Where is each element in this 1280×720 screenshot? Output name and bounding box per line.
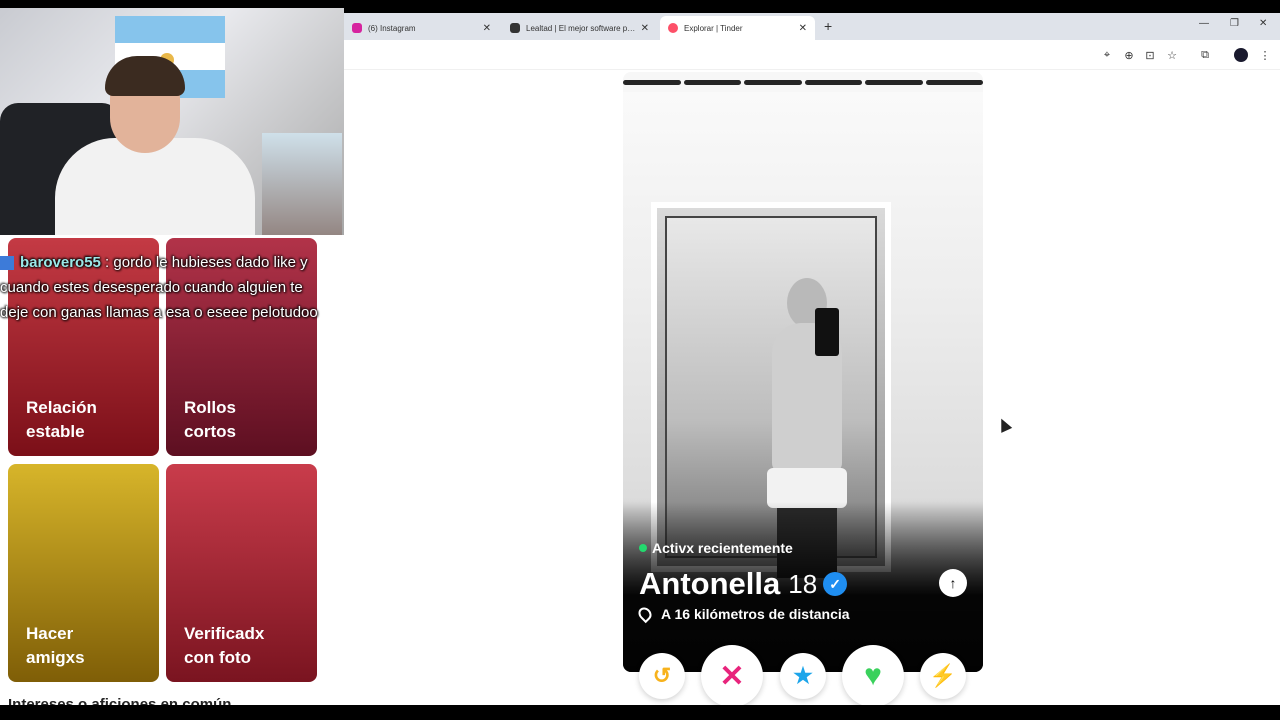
profile-card[interactable]: Activx recientemente Antonella 18 ✓ ↑ A … [623,72,983,672]
location-pin-icon[interactable]: ⌖ [1100,48,1114,62]
phone [815,308,839,356]
status-text: Activx recientemente [652,540,793,556]
new-tab-button[interactable]: + [824,18,832,34]
location-pin-icon [635,604,655,624]
activity-status: Activx recientemente [639,540,793,556]
rewind-icon: ↺ [652,663,672,688]
open-profile-button[interactable]: ↑ [939,569,967,597]
minimize-button[interactable]: — [1199,18,1209,29]
chat-badge-icon [0,256,14,271]
mouse-cursor-icon [995,416,1013,433]
install-icon[interactable]: ⊡ [1143,48,1157,62]
profile-name: Antonella [639,566,781,601]
nope-button[interactable]: ✕ [701,645,763,707]
chat-username: barovero55 [20,254,101,271]
interest-label: Rollos cortos [184,398,236,441]
streamer-body [55,138,255,235]
nope-icon: ✕ [719,659,745,693]
instagram-icon [352,23,362,33]
lealtad-icon [510,23,520,33]
tab-label: Explorar | Tinder [684,23,743,33]
name-row: Antonella 18 ✓ [639,566,848,602]
interest-card[interactable]: Hacer amigxs [8,464,159,682]
tab-label: (6) Instagram [368,23,416,33]
boost-icon: ⚡ [929,663,957,688]
online-dot-icon [639,544,647,552]
tab-strip: (6) Instagram ✕ Lealtad | El mejor softw… [344,13,1280,40]
menu-icon[interactable]: ⋮ [1258,48,1272,62]
progress-segment[interactable] [865,80,923,85]
tab-tinder[interactable]: Explorar | Tinder ✕ [660,16,815,40]
super-like-icon: ★ [793,663,813,688]
profile-icon[interactable] [1234,48,1248,62]
progress-segment[interactable] [683,80,741,85]
restore-button[interactable]: ❐ [1230,18,1239,29]
super-like-button[interactable]: ★ [780,653,826,699]
progress-segment[interactable] [804,80,862,85]
distance-text: A 16 kilómetros de distancia [661,606,850,622]
bottom-black-bar [0,705,1280,720]
interest-label: Relación estable [26,398,97,441]
like-icon: ♥ [864,659,882,692]
close-icon[interactable]: ✕ [641,23,649,34]
bookmark-star-icon[interactable]: ☆ [1165,48,1179,62]
window-close-button[interactable]: ✕ [1259,18,1267,29]
boost-button[interactable]: ⚡ [920,653,966,699]
stream-chat-message: barovero55 : gordo le hubieses dado like… [0,250,330,325]
rewind-button[interactable]: ↺ [639,653,685,699]
progress-segment[interactable] [925,80,983,85]
action-bar: ↺ ✕ ★ ♥ ⚡ [623,645,983,707]
like-button[interactable]: ♥ [842,645,904,707]
extensions-icon[interactable]: ⧉ [1198,48,1212,62]
interest-label: Verificadx con foto [184,624,265,667]
zoom-icon[interactable]: ⊕ [1122,48,1136,62]
photo-progress-bar [623,80,983,85]
tab-lealtad[interactable]: Lealtad | El mejor software para ✕ [502,16,657,40]
tinder-flame-icon [668,23,678,33]
close-icon[interactable]: ✕ [483,23,491,34]
tab-label: Lealtad | El mejor software para [526,23,636,33]
close-icon[interactable]: ✕ [799,23,807,34]
profile-age: 18 [788,568,818,599]
screen: (6) Instagram ✕ Lealtad | El mejor softw… [0,0,1280,720]
distance-row: A 16 kilómetros de distancia [635,604,850,624]
interest-label: Hacer amigxs [26,624,85,667]
webcam-overlay [0,8,344,235]
progress-segment[interactable] [623,80,681,85]
verified-badge-icon: ✓ [823,572,848,596]
progress-segment[interactable] [744,80,802,85]
browser-toolbar: ⌖ ⊕ ⊡ ☆ ⧉ ⋮ [344,40,1280,70]
interest-card[interactable]: Verificadx con foto [166,464,317,682]
wall-poster [262,133,342,235]
tab-instagram[interactable]: (6) Instagram ✕ [344,16,499,40]
